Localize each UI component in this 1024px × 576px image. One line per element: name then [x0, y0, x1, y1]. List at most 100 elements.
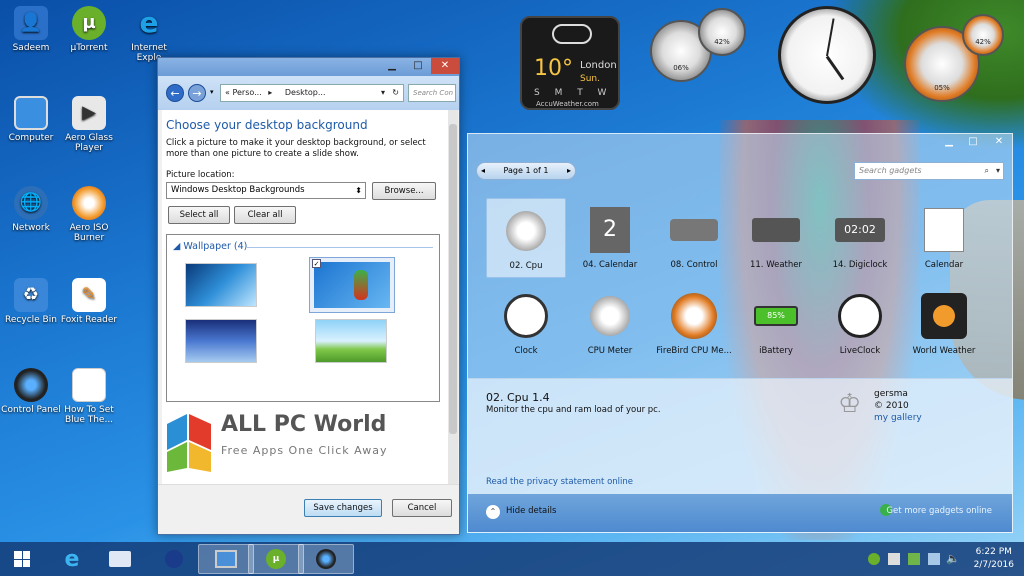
desktop-icon-how-to-set[interactable]: How To Set Blue The... [58, 368, 120, 425]
gadget-item-cpu-meter[interactable]: CPU Meter [570, 284, 650, 364]
desktop-icon-sadeem[interactable]: 👤 Sadeem [0, 6, 62, 53]
wallpaper-group-header[interactable]: ◢ Wallpaper (4) [173, 241, 247, 252]
ram-meter-gadget-large[interactable]: 42% [962, 14, 1004, 56]
next-page-icon[interactable]: ▸ [567, 163, 571, 179]
breadcrumb-desktop[interactable]: Desktop... [285, 88, 326, 97]
gallery-close-button[interactable]: ✕ [986, 134, 1012, 150]
gadget-item-firebird-cpu-meter[interactable]: FireBird CPU Me... [654, 284, 734, 364]
gadget-item-digiclock[interactable]: 02:02 14. Digiclock [820, 198, 900, 278]
clock-gadget[interactable] [778, 6, 876, 104]
taskbar-time: 6:22 PM [974, 546, 1014, 559]
maximize-button[interactable]: □ [405, 58, 431, 74]
wallpaper-thumb-4[interactable] [315, 319, 387, 363]
desktop-icon-internet-explorer[interactable]: e Internet Explo [118, 6, 180, 63]
gadget-details-pane: 02. Cpu 1.4 Monitor the cpu and ram load… [468, 378, 1012, 494]
taskbar-personalization[interactable] [198, 544, 254, 574]
get-more-gadgets-link[interactable]: Get more gadgets online [886, 506, 992, 516]
group-divider [247, 247, 433, 248]
wallpaper-thumb-3[interactable] [185, 319, 257, 363]
gadget-item-clock[interactable]: Clock [486, 284, 566, 364]
desktop-icon-control-panel[interactable]: Control Panel [0, 368, 62, 415]
hide-details-chevron-icon[interactable]: ⌃ [486, 505, 500, 519]
picture-location-select[interactable]: Windows Desktop Backgrounds ⬍ [166, 182, 366, 199]
wallpaper-checkbox-checked[interactable]: ✓ [312, 259, 321, 268]
weather-gadget[interactable]: 10° London Sun. S M T W AccuWeather.com [520, 16, 620, 110]
calendar-icon [918, 204, 970, 256]
gadget-item-weather-11[interactable]: 11. Weather [736, 198, 816, 278]
gadget-label: Clock [514, 346, 537, 356]
content-scrollbar[interactable] [448, 110, 458, 486]
desktop-icon-network[interactable]: 🌐 Network [0, 186, 62, 233]
desktop-icon-aero-iso-burner[interactable]: Aero ISO Burner [58, 186, 120, 243]
allpcworld-logo-icon [165, 410, 213, 472]
network-icon: 🌐 [14, 186, 48, 220]
select-all-button[interactable]: Select all [168, 206, 230, 224]
firebird-meter-icon [668, 290, 720, 342]
select-arrows-icon: ⬍ [355, 183, 362, 198]
browse-button[interactable]: Browse... [372, 182, 436, 200]
privacy-statement-link[interactable]: Read the privacy statement online [486, 477, 633, 487]
previous-page-icon[interactable]: ◂ [481, 163, 485, 179]
watermark-title: ALL PC World [221, 412, 386, 437]
forward-arrow-icon[interactable]: → [188, 84, 206, 102]
tray-app-icon[interactable] [888, 553, 900, 565]
desktop-icon-aero-glass-player[interactable]: ▶ Aero Glass Player [58, 96, 120, 153]
page-title: Choose your desktop background [166, 118, 368, 132]
gadget-item-cpu[interactable]: 02. Cpu [486, 198, 566, 278]
save-changes-button[interactable]: Save changes [304, 499, 382, 517]
desktop-icon-foxit-reader[interactable]: ✎ Foxit Reader [58, 278, 120, 325]
search-gadgets-input[interactable]: Search gadgets ⌕ ▾ [854, 162, 1004, 180]
scrollbar-thumb[interactable] [449, 124, 457, 434]
collapse-chevron-icon[interactable]: ◢ [173, 241, 180, 252]
desktop-icon-utorrent[interactable]: µ µTorrent [58, 6, 120, 53]
tray-flag-icon[interactable] [908, 553, 920, 565]
utorrent-tray-icon[interactable] [868, 553, 880, 565]
gadget-label: 14. Digiclock [833, 260, 888, 270]
ram-meter-value: 42% [964, 38, 1002, 46]
taskbar-media-player[interactable] [146, 544, 202, 574]
media-player-icon: ▶ [72, 96, 106, 130]
close-button[interactable]: ✕ [431, 58, 459, 74]
dropdown-chevron-icon[interactable]: ▾ [381, 85, 385, 101]
volume-icon[interactable]: 🔈 [946, 552, 960, 565]
taskbar-utorrent[interactable]: µ [248, 544, 304, 574]
start-button[interactable] [2, 544, 42, 574]
gadget-item-control[interactable]: 08. Control [654, 198, 734, 278]
gallery-titlebar[interactable]: ▁ □ ✕ [468, 134, 1012, 152]
cancel-button[interactable]: Cancel [392, 499, 452, 517]
search-dropdown-icon[interactable]: ▾ [996, 163, 1000, 179]
my-gallery-link[interactable]: my gallery [874, 413, 922, 423]
desktop-icon-computer[interactable]: Computer [0, 96, 62, 143]
desktop-icon-recycle-bin[interactable]: ♻ Recycle Bin [0, 278, 62, 325]
desktop-icon-label: µTorrent [70, 43, 107, 53]
search-control-panel-input[interactable]: Search Con [408, 84, 456, 102]
gadget-item-ibattery[interactable]: 85% iBattery [736, 284, 816, 364]
taskbar-clock[interactable]: 6:22 PM 2/7/2016 [974, 546, 1014, 572]
gadget-item-world-weather[interactable]: World Weather [904, 284, 984, 364]
computer-icon [14, 96, 48, 130]
breadcrumb-personalization[interactable]: « Perso... [225, 88, 262, 97]
gadget-item-calendar[interactable]: Calendar [904, 198, 984, 278]
clear-all-button[interactable]: Clear all [234, 206, 296, 224]
address-breadcrumb[interactable]: « Perso... ▸ Desktop... ▾ ↻ [220, 84, 404, 102]
gallery-maximize-button[interactable]: □ [960, 134, 986, 150]
window-titlebar[interactable]: ▁ □ ✕ [158, 58, 459, 76]
taskbar-file-explorer[interactable] [92, 544, 148, 574]
gadget-item-liveclock[interactable]: LiveClock [820, 284, 900, 364]
network-tray-icon[interactable] [928, 553, 940, 565]
hide-details-button[interactable]: Hide details [506, 506, 556, 516]
recent-pages-chevron-icon[interactable]: ▾ [210, 88, 214, 96]
back-arrow-icon[interactable]: ← [166, 84, 184, 102]
refresh-icon[interactable]: ↻ [392, 85, 399, 101]
gallery-minimize-button[interactable]: ▁ [936, 134, 962, 150]
internet-explorer-icon: e [132, 6, 166, 40]
gadget-item-calendar-04[interactable]: 2 04. Calendar [570, 198, 650, 278]
wallpaper-thumb-1[interactable] [185, 263, 257, 307]
minimize-button[interactable]: ▁ [379, 58, 405, 74]
gadget-label: 04. Calendar [583, 260, 637, 270]
search-icon[interactable]: ⌕ [985, 163, 989, 179]
taskbar-control-panel[interactable] [298, 544, 354, 574]
ram-meter-gadget-small[interactable]: 42% [698, 8, 746, 56]
wallpaper-thumb-2[interactable]: ✓ [309, 257, 395, 313]
live-clock-icon [834, 290, 886, 342]
